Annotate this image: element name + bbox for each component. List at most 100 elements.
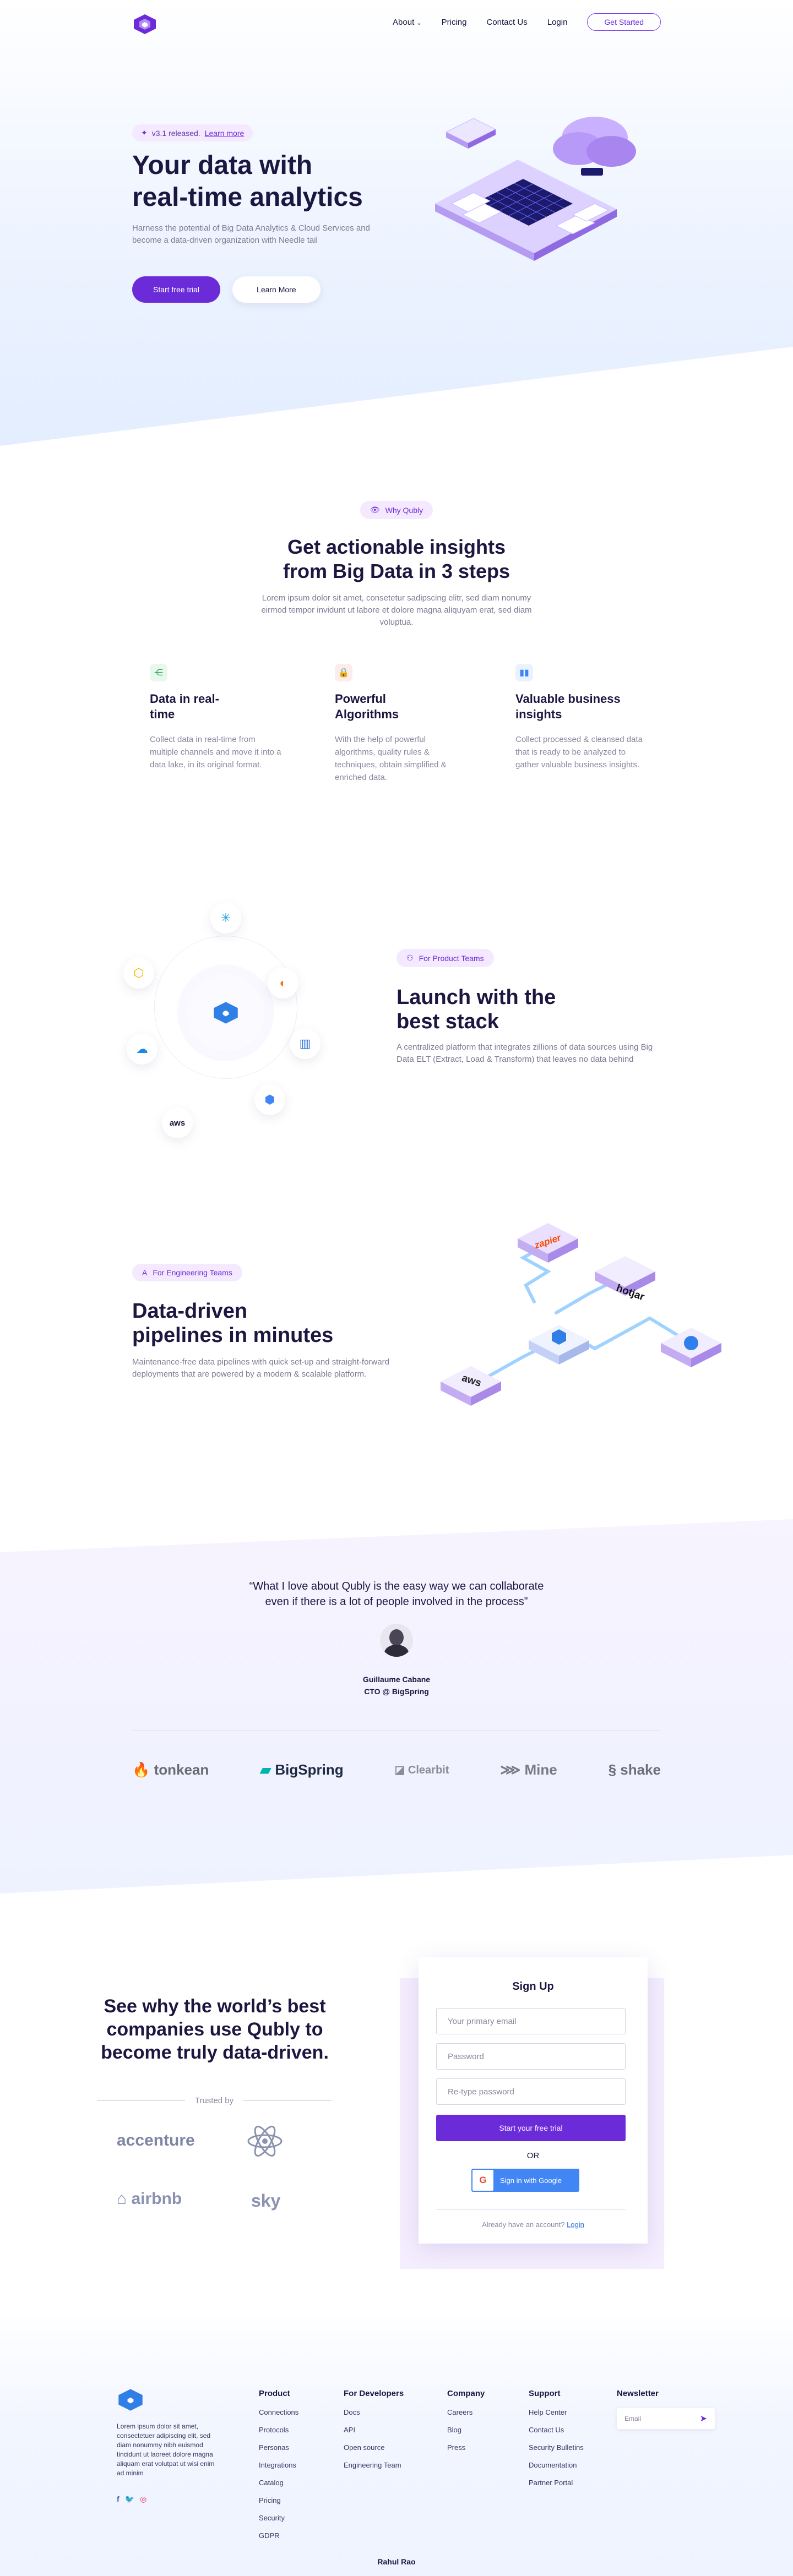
start-free-trial-button[interactable]: Start free trial <box>132 276 221 303</box>
email-field[interactable]: Your primary email <box>436 2008 626 2034</box>
footer-link[interactable]: API <box>344 2426 404 2434</box>
hero-subtitle: Harness the potential of Big Data Analyt… <box>132 223 370 245</box>
avatar <box>380 1624 413 1657</box>
footer-newsletter: Newsletter Email ➤ <box>617 2389 715 2429</box>
quote-line1: “What I love about Qubly is the easy way… <box>249 1580 544 1592</box>
customer-logos: 🔥 tonkean ▰ BigSpring ◪ Clearbit ⋙ Mine … <box>132 1761 661 1778</box>
footer-column-product: Product Connections Protocols Personas I… <box>259 2389 298 2549</box>
react-logo <box>247 2125 283 2157</box>
feature-title: Valuable business insights <box>515 691 648 722</box>
footer-link[interactable]: Integrations <box>259 2461 298 2469</box>
feature-card-insights: ▮▮ Valuable business insights Collect pro… <box>515 664 648 771</box>
footer-link[interactable]: Open source <box>344 2443 404 2452</box>
footer-link[interactable]: Documentation <box>529 2461 584 2469</box>
footer-link[interactable]: Protocols <box>259 2426 298 2434</box>
footer-link[interactable]: Blog <box>447 2426 485 2434</box>
footer-link[interactable]: Engineering Team <box>344 2461 404 2469</box>
twitter-icon[interactable]: 🐦 <box>125 2495 134 2504</box>
engineering-icon: A <box>142 1268 148 1277</box>
footer-link[interactable]: Partner Portal <box>529 2479 584 2487</box>
footer-about: Lorem ipsum dolor sit amet, consectetuer… <box>117 2422 215 2477</box>
google-sign-in-button[interactable]: G Sign in with Google <box>471 2169 579 2192</box>
footer-link[interactable]: Pricing <box>259 2496 298 2504</box>
feature-card-algorithms: 🔒 Powerful Algorithms With the help of po… <box>335 664 467 784</box>
newsletter-input[interactable]: Email ➤ <box>617 2408 715 2429</box>
learn-more-button[interactable]: Learn More <box>232 276 321 303</box>
footer-link[interactable]: Personas <box>259 2443 298 2452</box>
google-cloud-icon: ⬡ <box>123 958 154 989</box>
why-title: Get actionable insights from Big Data in… <box>0 535 793 583</box>
form-divider <box>436 2209 626 2210</box>
nav-contact[interactable]: Contact Us <box>487 18 528 27</box>
footer-link[interactable]: GDPR <box>259 2531 298 2540</box>
stack-title-line2: best stack <box>397 1010 499 1033</box>
footer-link[interactable]: Security Bulletins <box>529 2443 584 2452</box>
feature-text: With the help of powerful algorithms, qu… <box>335 735 447 782</box>
sparkle-icon: ✦ <box>141 128 148 137</box>
bigquery-icon: ⬢ <box>254 1084 285 1115</box>
signup-heading-line2: companies use Qubly to <box>106 2019 323 2040</box>
badge-text: v3.1 released. <box>151 128 200 138</box>
already-account-text: Already have an account? <box>482 2220 565 2229</box>
bigspring-label: BigSpring <box>275 1761 344 1778</box>
footer-link[interactable]: Catalog <box>259 2479 298 2487</box>
footer-link[interactable]: Contact Us <box>529 2426 584 2434</box>
footer-link[interactable]: Connections <box>259 2408 298 2416</box>
accenture-logo: accenture <box>117 2131 195 2149</box>
chevron-down-icon: ⌄ <box>416 19 422 26</box>
why-description: Lorem ipsum dolor sit amet, consetetur s… <box>261 593 532 627</box>
footer-link[interactable]: Security <box>259 2514 298 2522</box>
footer-link[interactable]: Press <box>447 2443 485 2452</box>
feature-title: Powerful Algorithms <box>335 691 467 722</box>
hero-background <box>0 0 793 446</box>
why-tag-label: Why Qubly <box>385 505 423 515</box>
mine-logo: ⋙ Mine <box>500 1761 557 1778</box>
aws-label: aws <box>169 1118 186 1128</box>
database-icon: ▥ <box>290 1028 321 1059</box>
retype-password-field[interactable]: Re-type password <box>436 2078 626 2105</box>
badge-learn-more-link[interactable]: Learn more <box>205 129 245 138</box>
bar-chart-icon: ▮▮ <box>515 664 533 681</box>
get-started-button[interactable]: Get Started <box>587 13 661 31</box>
nav-login[interactable]: Login <box>547 18 568 27</box>
feature-text: Collect processed & cleansed data that i… <box>515 735 643 769</box>
product-teams-tag: ⚇ For Product Teams <box>397 949 494 967</box>
author-name: Guillaume Cabane <box>362 1675 431 1684</box>
start-trial-submit-button[interactable]: Start your free trial <box>436 2115 626 2141</box>
author-role: CTO @ BigSpring <box>364 1687 429 1696</box>
stack-title-line1: Launch with the <box>397 986 556 1009</box>
kubernetes-icon: ✳ <box>210 903 241 934</box>
qubly-logo[interactable] <box>132 13 157 35</box>
social-links: f 🐦 ◎ <box>117 2495 146 2504</box>
feature-text: Collect data in real-time from multiple … <box>150 735 281 769</box>
instagram-icon[interactable]: ◎ <box>140 2495 146 2504</box>
shake-label: shake <box>620 1761 661 1778</box>
facebook-icon[interactable]: f <box>117 2495 120 2504</box>
nav-about-label: About <box>393 17 415 27</box>
integrations-orbit: ✳ ⬡ ◐ ☁ ▥ ⬢ aws <box>116 903 336 1145</box>
footer-link[interactable]: Careers <box>447 2408 485 2416</box>
footer-column-company: Company Careers Blog Press <box>447 2389 485 2461</box>
signup-heading-line3: become truly data-driven. <box>101 2042 329 2063</box>
engineering-teams-tag: A For Engineering Teams <box>132 1264 242 1281</box>
signup-form-title: Sign Up <box>512 1980 554 1993</box>
footer-link[interactable]: Docs <box>344 2408 404 2416</box>
aws-icon: aws <box>162 1107 193 1138</box>
footer-column-developers: For Developers Docs API Open source Engi… <box>344 2389 404 2479</box>
nav-about[interactable]: About ⌄ <box>393 18 422 27</box>
google-icon: G <box>472 2170 493 2191</box>
footer-logo[interactable] <box>117 2388 144 2412</box>
or-separator: OR <box>526 2151 540 2160</box>
footer-link[interactable]: Help Center <box>529 2408 584 2416</box>
signup-heading: See why the world’s best companies use Q… <box>0 1995 430 2064</box>
login-link[interactable]: Login <box>567 2220 584 2229</box>
stack-title: Launch with the best stack <box>397 985 556 1034</box>
hero-title-line2: real-time analytics <box>132 183 363 212</box>
send-icon[interactable]: ➤ <box>700 2413 707 2424</box>
quote-line2: even if there is a lot of people involve… <box>265 1596 528 1608</box>
nav-pricing[interactable]: Pricing <box>442 18 467 27</box>
qubly-center-logo <box>214 1002 238 1024</box>
stack-description: A centralized platform that integrates z… <box>397 1043 653 1064</box>
password-field[interactable]: Password <box>436 2043 626 2070</box>
feature-title-line2: time <box>150 707 175 721</box>
